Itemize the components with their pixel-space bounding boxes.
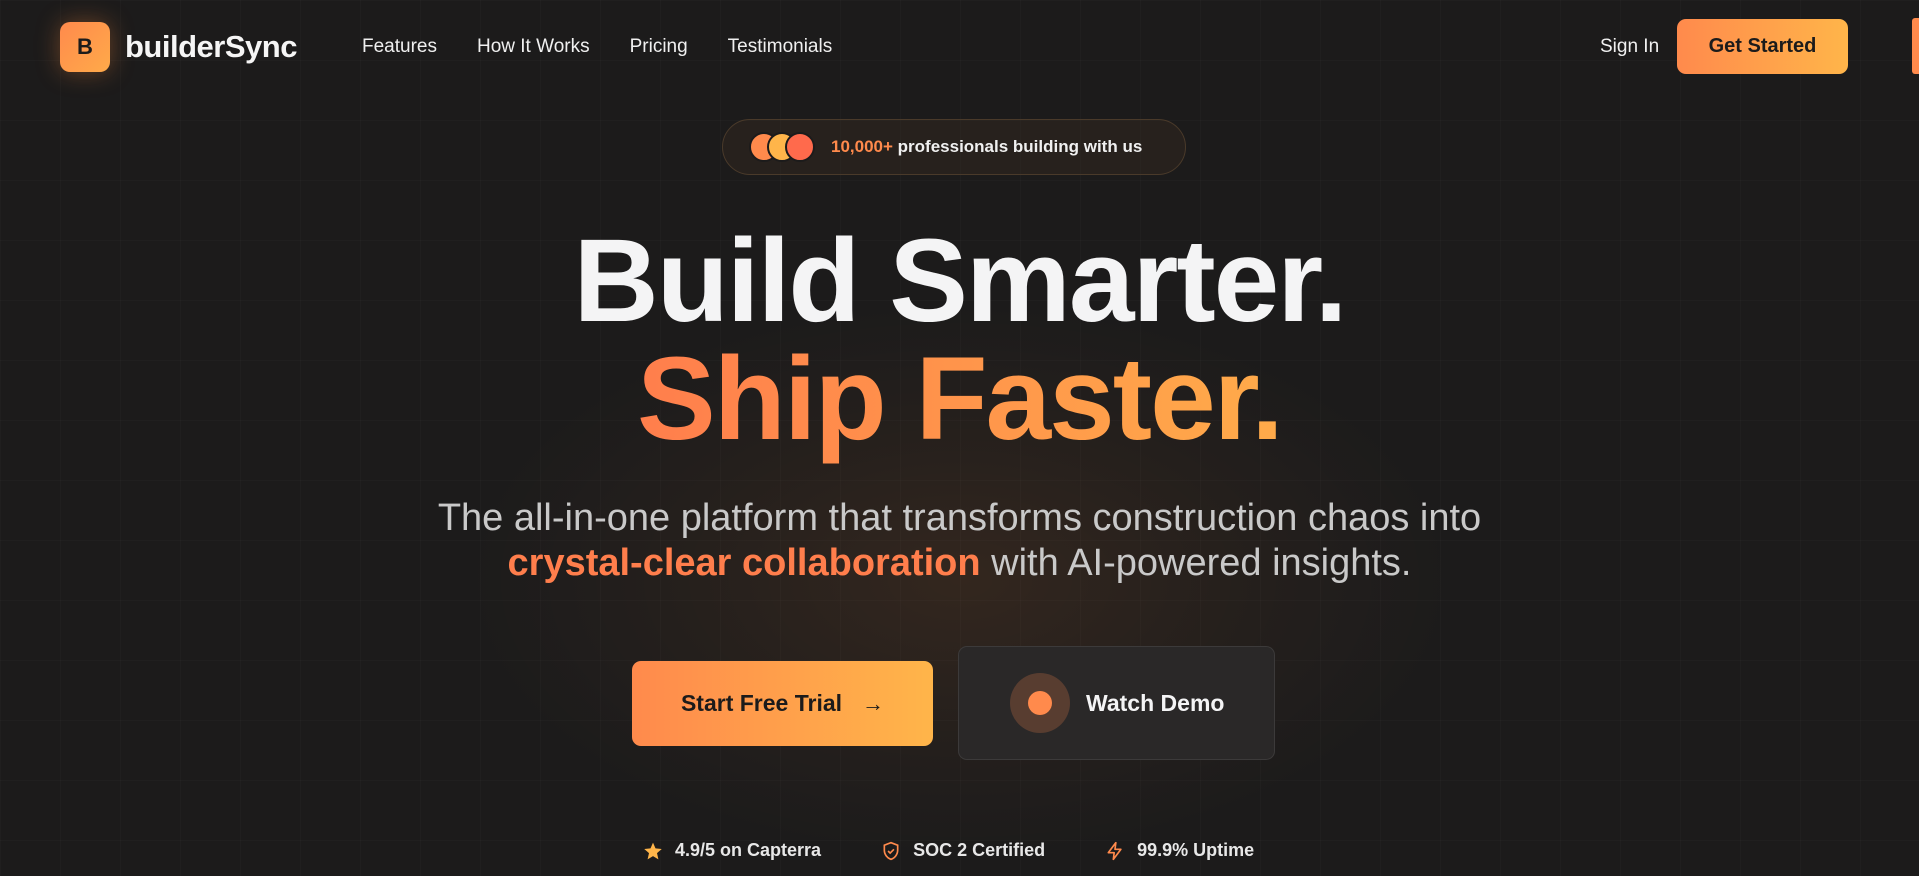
social-proof-badge: 10,000+ professionals building with us (722, 119, 1186, 175)
nav-link-how-it-works[interactable]: How It Works (477, 36, 590, 58)
subtitle-highlight: crystal-clear collaboration (507, 542, 981, 584)
watch-demo-label: Watch Demo (1086, 689, 1225, 716)
trust-label: 99.9% Uptime (1137, 840, 1255, 860)
brand-name: builderSync (125, 29, 297, 64)
subtitle-rest: with AI-powered insights. (980, 542, 1412, 584)
badge-text: 10,000+ professionals building with us (831, 137, 1142, 157)
trust-label: 4.9/5 on Capterra (675, 840, 822, 860)
hero-title-line2: Ship Faster. (0, 340, 1919, 458)
badge-label: professionals building with us (892, 137, 1143, 156)
hero-title-line1: Build Smarter. (573, 215, 1347, 347)
logo-link[interactable]: B builderSync (60, 22, 297, 72)
watch-demo-button[interactable]: Watch Demo (958, 646, 1275, 760)
avatar-stack (749, 132, 829, 162)
start-free-trial-button[interactable]: Start Free Trial → (632, 661, 933, 746)
avatar (785, 132, 815, 162)
badge-count: 10,000+ (831, 137, 893, 156)
get-started-button[interactable]: Get Started (1677, 19, 1848, 74)
trust-label: SOC 2 Certified (913, 840, 1046, 860)
hero-subtitle-line1: The all-in-one platform that transforms … (437, 497, 1482, 539)
sign-in-link[interactable]: Sign In (1600, 36, 1659, 58)
hero-title-highlight: Ship Faster. (637, 333, 1284, 465)
trust-item-rating: 4.9/5 on Capterra (643, 840, 821, 861)
start-free-trial-label: Start Free Trial (680, 690, 843, 716)
trust-item-uptime: 99.9% Uptime (1105, 840, 1254, 861)
nav-links: Features How It Works Pricing Testimonia… (362, 36, 832, 58)
arrow-right-icon: → (862, 690, 885, 716)
edge-accent (1912, 18, 1919, 74)
logo-mark: B (60, 22, 110, 72)
play-icon (1010, 673, 1070, 733)
top-navbar: B builderSync Features How It Works Pric… (0, 0, 1919, 94)
nav-link-testimonials[interactable]: Testimonials (728, 36, 833, 58)
shield-icon (883, 841, 899, 860)
nav-link-pricing[interactable]: Pricing (630, 36, 688, 58)
hero-subtitle-line2: crystal-clear collaboration with AI-powe… (0, 540, 1919, 586)
star-icon (644, 842, 662, 859)
trust-item-security: SOC 2 Certified (881, 840, 1045, 861)
trust-indicators: 4.9/5 on Capterra SOC 2 Certified 99.9% … (643, 840, 1254, 861)
lightning-icon (1107, 841, 1122, 860)
nav-link-features[interactable]: Features (362, 36, 437, 58)
